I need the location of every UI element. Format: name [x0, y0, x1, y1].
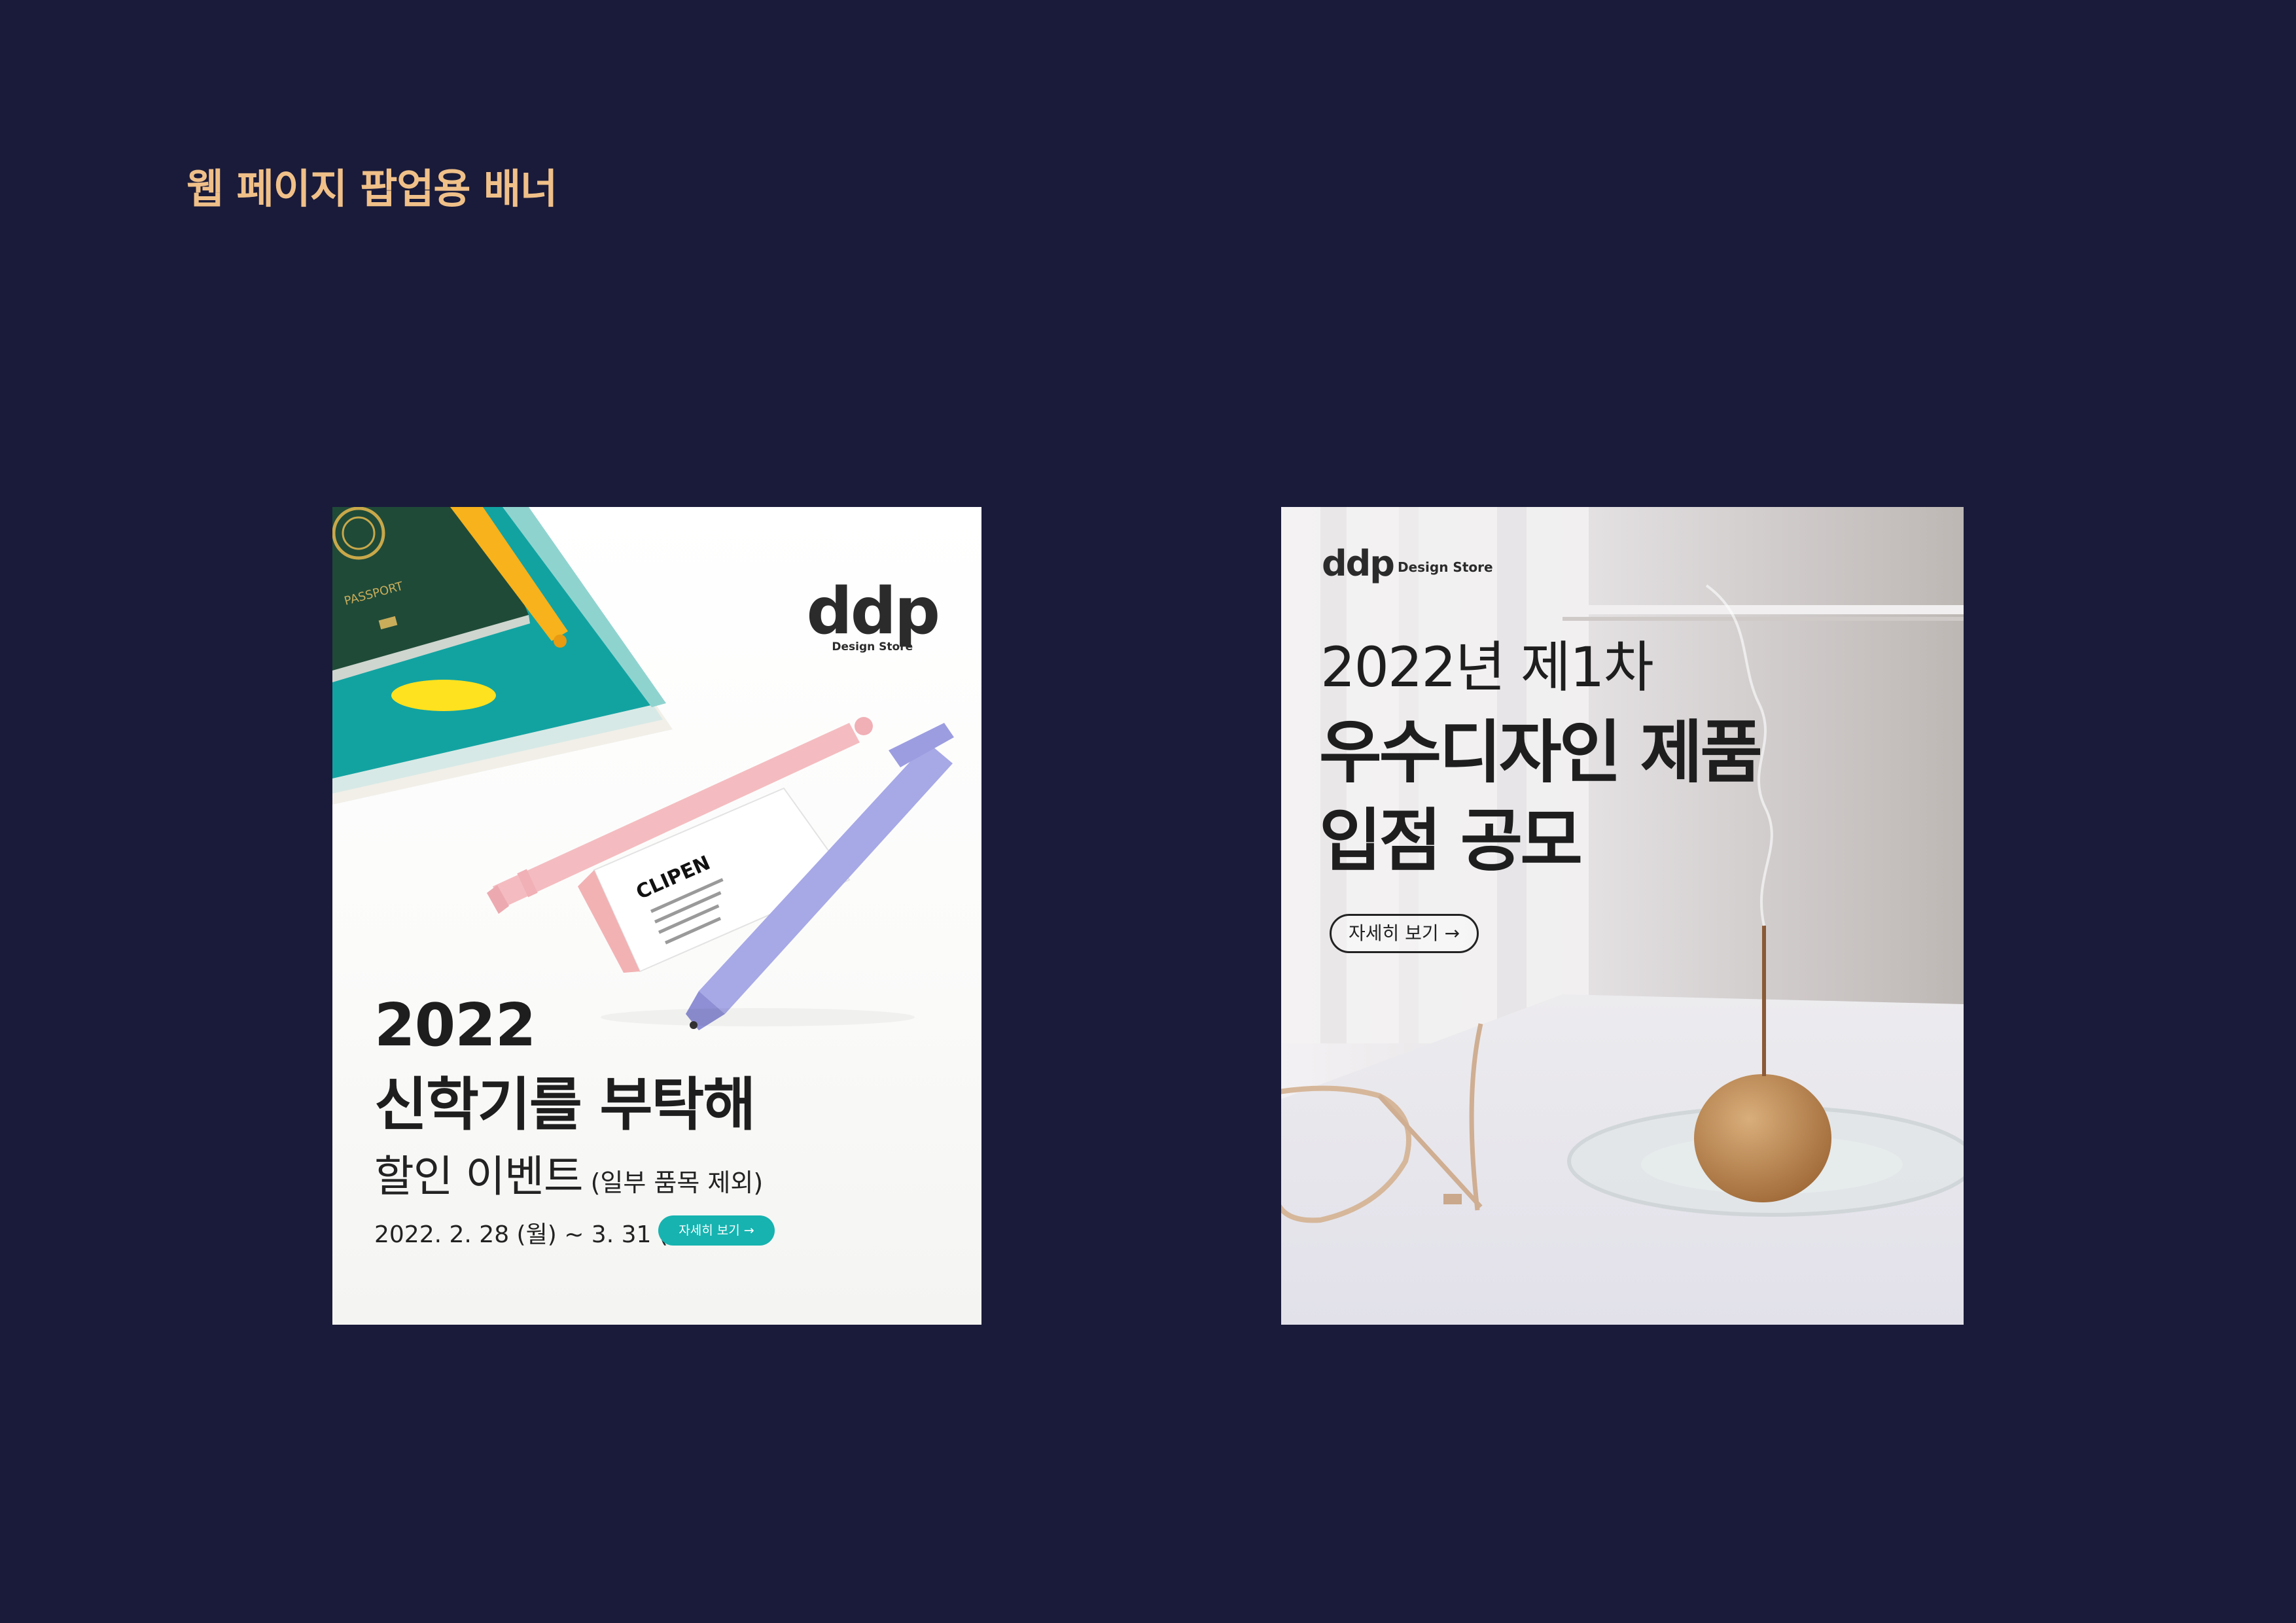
banner1-headline: 신학기를 부탁해	[374, 1071, 756, 1138]
banner2-subtitle: 2022년 제1차	[1320, 635, 1654, 699]
back-to-school-banner[interactable]: PASSPORT CLIPEN ddp Design Store 2022 신학…	[332, 507, 981, 1325]
page-title: 웹 페이지 팝업용 배너	[186, 165, 557, 213]
logo-subtitle: Design Store	[1397, 559, 1493, 575]
banner1-event: 할인 이벤트 (일부 품목 제외)	[374, 1142, 763, 1204]
ddp-logo: ddp Design Store	[1322, 543, 1493, 584]
view-details-button[interactable]: 자세히 보기 →	[658, 1215, 775, 1246]
event-title: 할인 이벤트	[374, 1151, 584, 1202]
banner2-headline-line2: 입점 공모	[1319, 801, 1583, 881]
event-note: (일부 품목 제외)	[590, 1168, 764, 1197]
ddp-logo: ddp Design Store	[806, 574, 940, 654]
banner2-headline-line1: 우수디자인 제품	[1319, 712, 1763, 792]
logo-mark: ddp	[1322, 543, 1395, 584]
banner1-year: 2022	[374, 991, 536, 1060]
event-date: 2022. 2. 28 (월) ~ 3. 31 (목)	[374, 1221, 699, 1248]
design-product-call-banner[interactable]: ddp Design Store 2022년 제1차 우수디자인 제품 입점 공모…	[1281, 507, 1964, 1325]
logo-mark: ddp	[806, 574, 940, 649]
view-details-button[interactable]: 자세히 보기 →	[1330, 914, 1479, 953]
